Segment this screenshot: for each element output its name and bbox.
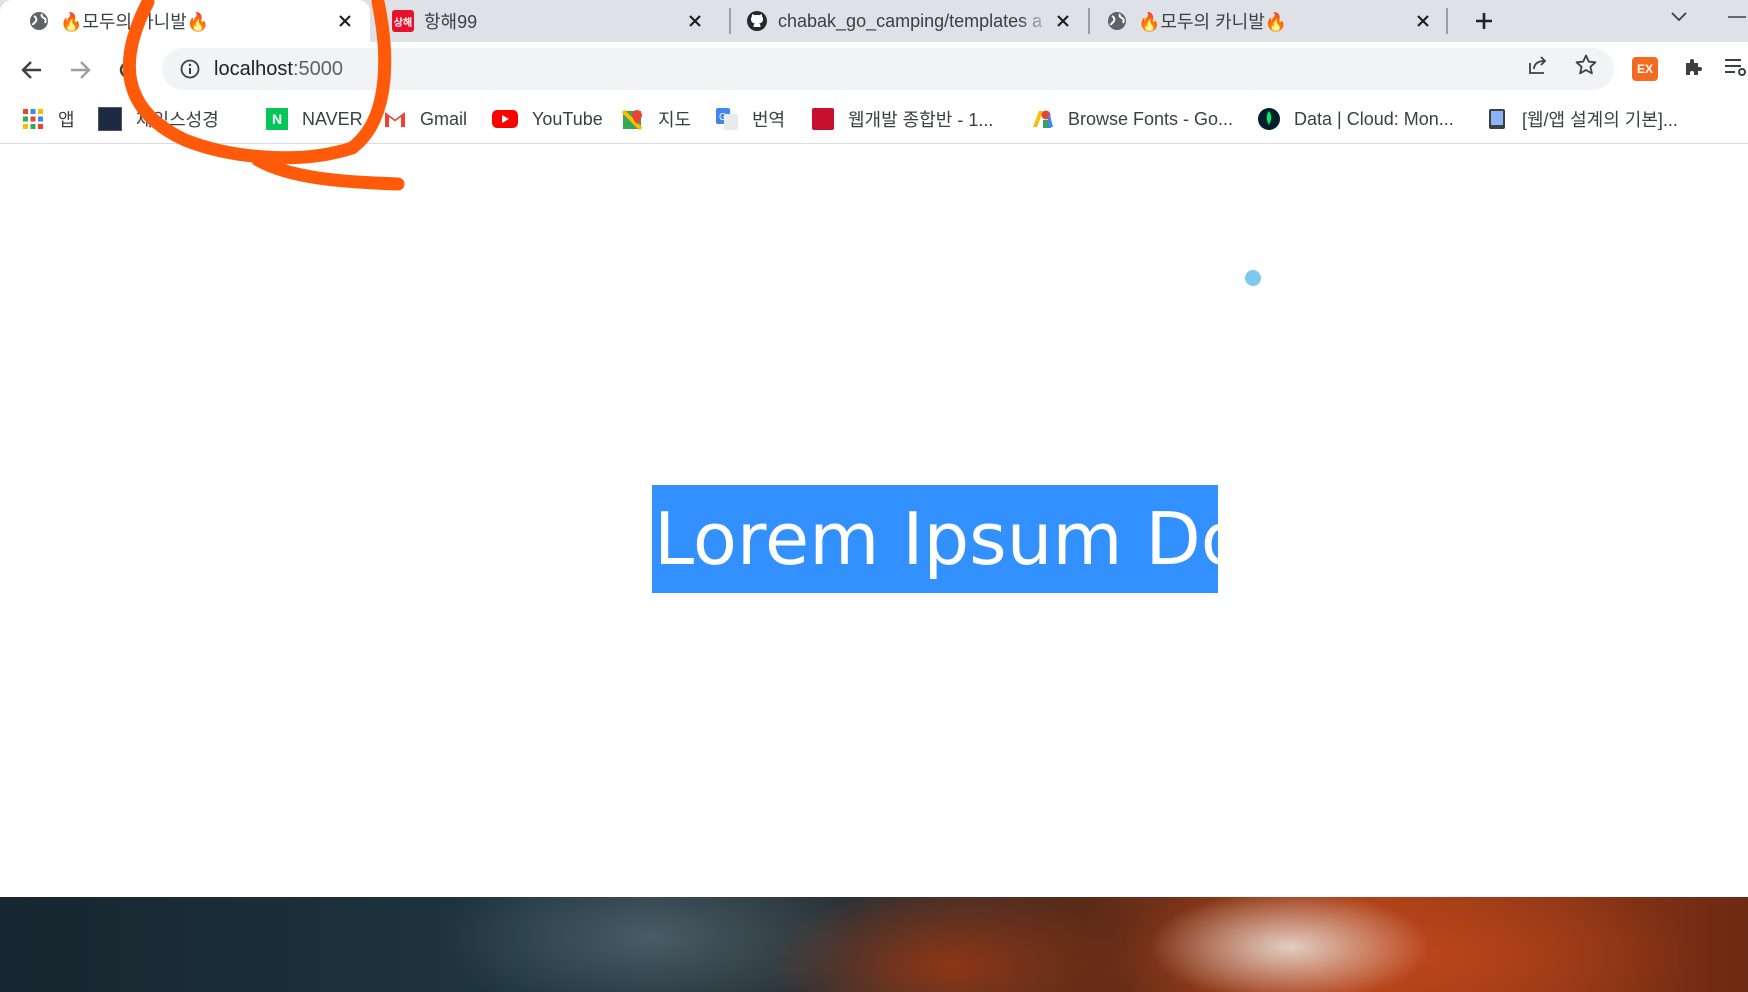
- bookmark-gmail[interactable]: Gmail: [384, 104, 467, 134]
- book-icon: [812, 108, 834, 130]
- extension-ex-button[interactable]: EX: [1632, 57, 1658, 81]
- address-url: localhost:5000: [214, 58, 343, 81]
- bookmarks-bar: 앱 제임스성경 N NAVER Gmail YouTube 지도 G 번역 웹개…: [0, 96, 1748, 144]
- reload-button[interactable]: [112, 54, 144, 86]
- hero-background-image: [0, 897, 1748, 992]
- bookmark-label: [웹/앱 설계의 기본]...: [1522, 110, 1678, 130]
- plus-icon: [1476, 13, 1492, 29]
- address-host: localhost: [214, 57, 293, 80]
- globe-icon: [1106, 10, 1128, 32]
- arrow-left-icon: [21, 61, 41, 79]
- share-icon: [1529, 56, 1547, 74]
- page-content: Lorem Ipsum Dolo: [0, 145, 1748, 897]
- tab-strip: 🔥모두의 카니발🔥 상해 항해99 chabak_go_camping/temp…: [0, 0, 1748, 42]
- bookmark-google-fonts[interactable]: Browse Fonts - Go...: [1032, 104, 1233, 134]
- hanghae-logo-text: 상해: [393, 17, 413, 29]
- bookmark-label: 웹개발 종합반 - 1...: [848, 110, 994, 130]
- bookmark-star-button[interactable]: [1572, 51, 1600, 79]
- bookmark-maps[interactable]: 지도: [622, 104, 691, 134]
- close-tab-icon[interactable]: [1412, 10, 1434, 32]
- bookmark-label: Data | Cloud: Mon...: [1294, 108, 1454, 129]
- reading-list-icon: [1725, 59, 1746, 76]
- new-tab-button[interactable]: [1467, 4, 1501, 38]
- minimize-button[interactable]: [1724, 2, 1748, 32]
- tab-hanghae[interactable]: 상해 항해99: [372, 0, 720, 42]
- svg-text:G: G: [719, 112, 727, 123]
- bookmark-label: 지도: [658, 110, 692, 130]
- cursor-dot: [1245, 270, 1261, 286]
- close-tab-icon[interactable]: [1052, 10, 1074, 32]
- tab-separator: [729, 8, 731, 34]
- tab-separator: [1446, 8, 1448, 34]
- puzzle-icon: [1686, 59, 1702, 75]
- extensions-button[interactable]: [1680, 53, 1708, 81]
- bookmark-label: Browse Fonts - Go...: [1068, 108, 1234, 129]
- tab-title: 🔥모두의 카니발🔥: [1138, 12, 1288, 32]
- share-button[interactable]: [1524, 51, 1552, 79]
- forward-button[interactable]: [64, 54, 96, 86]
- gmail-icon: [384, 108, 406, 130]
- address-bar[interactable]: localhost:5000: [162, 48, 1614, 90]
- bookmark-naver[interactable]: N NAVER: [266, 104, 363, 134]
- globe-icon: [28, 10, 50, 32]
- tab-carnival[interactable]: 🔥모두의 카니발🔥: [1092, 0, 1448, 42]
- star-icon: [1575, 54, 1597, 75]
- bookmark-translate[interactable]: G 번역: [716, 104, 785, 134]
- tablet-icon: [1486, 108, 1508, 130]
- bookmark-label: 제임스성경: [136, 110, 219, 130]
- bookmark-bible[interactable]: 제임스성경: [98, 104, 219, 134]
- bookmark-label: NAVER: [302, 108, 363, 129]
- bookmark-mongodb[interactable]: Data | Cloud: Mon...: [1258, 104, 1454, 134]
- hero-heading: Lorem Ipsum Dolo: [652, 485, 1218, 593]
- tab-search-button[interactable]: [1664, 2, 1694, 32]
- extension-ex-label: EX: [1636, 62, 1653, 76]
- bookmark-webdev[interactable]: 웹개발 종합반 - 1...: [812, 104, 993, 134]
- arrow-right-icon: [71, 61, 91, 79]
- youtube-icon: [492, 108, 518, 130]
- back-button[interactable]: [16, 54, 48, 86]
- site-info-icon[interactable]: [178, 57, 202, 81]
- minimize-icon: [1728, 16, 1746, 18]
- tab-separator: [1088, 8, 1090, 34]
- close-tab-icon[interactable]: [334, 10, 356, 32]
- close-tab-icon[interactable]: [684, 10, 706, 32]
- tab-title: chabak_go_camping/templates a: [778, 10, 1043, 31]
- address-port: :5000: [292, 57, 343, 80]
- hanghae-logo-icon: 상해: [392, 10, 414, 32]
- apps-grid-icon: [22, 108, 44, 130]
- tab-title: 🔥모두의 카니발🔥: [60, 12, 210, 32]
- bookmark-label: 번역: [752, 110, 786, 130]
- reload-icon: [119, 61, 137, 79]
- tab-active[interactable]: 🔥모두의 카니발🔥: [0, 0, 370, 42]
- mongodb-leaf-icon: [1258, 108, 1280, 130]
- holy-bible-icon: [98, 107, 122, 131]
- tab-title: 항해99: [424, 12, 478, 32]
- bookmark-label: 앱: [58, 110, 75, 130]
- translate-icon: G: [716, 108, 738, 130]
- naver-icon: N: [266, 108, 288, 130]
- tab-github[interactable]: chabak_go_camping/templates a: [732, 0, 1088, 42]
- google-fonts-icon: [1032, 108, 1054, 130]
- chevron-down-icon: [1671, 12, 1687, 22]
- reading-list-button[interactable]: [1722, 53, 1748, 81]
- github-icon: [746, 10, 768, 32]
- bookmark-youtube[interactable]: YouTube: [492, 104, 603, 134]
- maps-icon: [622, 108, 644, 130]
- bookmark-label: YouTube: [532, 108, 603, 129]
- bookmark-apps[interactable]: 앱: [22, 104, 75, 134]
- bookmark-webapp-design[interactable]: [웹/앱 설계의 기본]...: [1486, 104, 1678, 134]
- bookmark-label: Gmail: [420, 108, 468, 129]
- browser-toolbar: localhost:5000 EX: [0, 42, 1748, 96]
